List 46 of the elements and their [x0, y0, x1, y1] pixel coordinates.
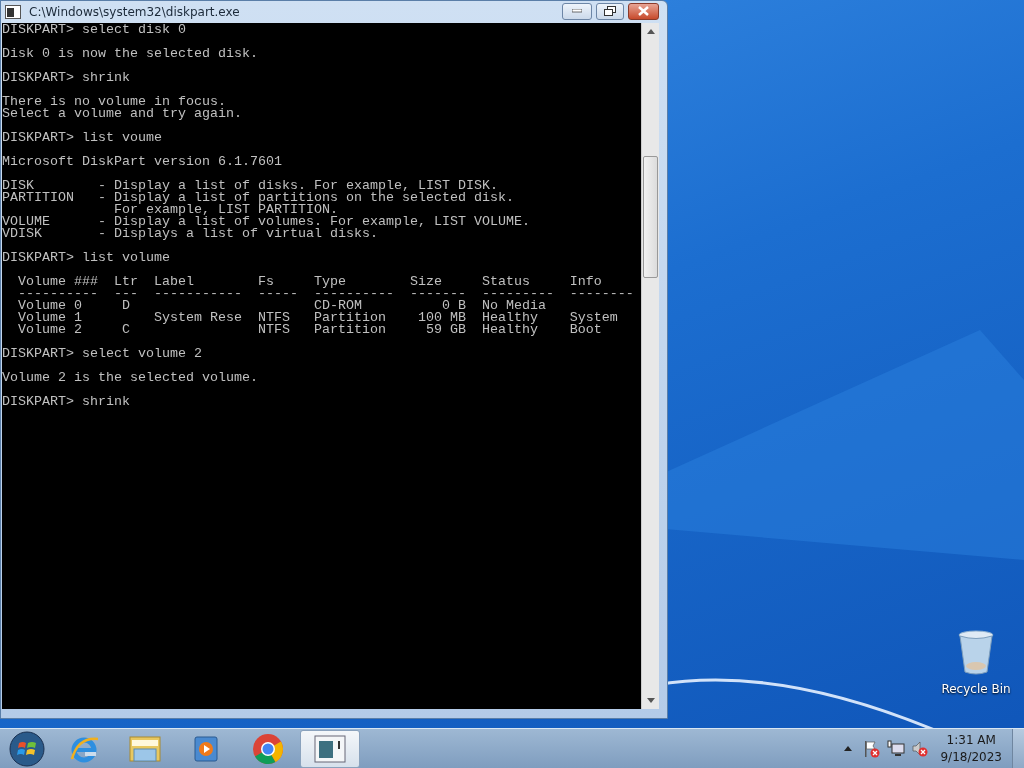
flag-error-icon[interactable] [863, 739, 882, 758]
clock-time[interactable]: 1:31 AM [940, 731, 1002, 749]
console-line: DISKPART> list voume [2, 132, 162, 144]
icon-label[interactable]: Recycle Bin [941, 680, 1011, 698]
console-icon [5, 5, 21, 19]
show-desktop-button[interactable] [1012, 728, 1024, 768]
maximize-button[interactable] [596, 2, 624, 20]
scroll-thumb[interactable] [643, 156, 658, 278]
media-player-icon [191, 733, 221, 764]
console-line: Volume 2 C NTFS Partition 59 GB Healthy Boot [17, 324, 602, 336]
console-line: Volume 0 D CD-ROM 0 B No Media [17, 300, 546, 312]
console-line: DISKPART> shrink [2, 396, 130, 408]
console-line: DISKPART> shrink [2, 72, 130, 84]
start-orb-icon [9, 730, 45, 767]
scroll-down-icon[interactable] [646, 698, 655, 703]
console-line: VDISK - Displays a list of virtual disks. [2, 228, 378, 240]
window-title: C:\Windows\system32\diskpart.exe [29, 4, 240, 21]
close-button[interactable] [628, 2, 659, 20]
speaker-muted-icon[interactable] [911, 739, 930, 758]
console-line: DISKPART> select volume 2 [2, 348, 202, 360]
console-line: Volume ### Ltr Label Fs Type Size Status Info [17, 276, 602, 288]
console-line: There is no volume in focus. [2, 96, 226, 108]
scroll-up-icon[interactable] [646, 29, 655, 34]
console-line: DISK - Display a list of disks. For example, LIST DISK. [2, 180, 498, 192]
console-line: Volume 2 is the selected volume. [2, 372, 258, 384]
console-line: PARTITION - Display a list of partitions on the selected disk. [2, 192, 514, 204]
scrollbar[interactable] [641, 23, 659, 709]
console-line: DISKPART> list volume [2, 252, 170, 264]
minimize-icon [572, 9, 582, 13]
chrome-icon [251, 731, 285, 766]
close-icon [638, 6, 649, 16]
console-line: Microsoft DiskPart version 6.1.7601 [2, 156, 282, 168]
console-line: Disk 0 is now the selected disk. [2, 48, 258, 60]
console-line: Volume 1 System Rese NTFS Partition 100 MB Healthy System [17, 312, 618, 324]
restore-icon [604, 6, 616, 16]
network-icon[interactable] [886, 739, 907, 758]
show-hidden-icons-icon[interactable] [844, 746, 853, 751]
console-window-icon [314, 734, 346, 763]
console-line: For example, LIST PARTITION. [112, 204, 338, 216]
console-line: DISKPART> select disk 0 [2, 24, 186, 36]
taskbar-button[interactable] [300, 729, 360, 768]
console-line: ---------- --- ----------- ----- ---------- ------- --------- -------- [17, 288, 634, 300]
console-line: Select a volume and try again. [2, 108, 242, 120]
clock-date[interactable]: 9/18/2023 [940, 748, 1002, 766]
recycle-bin-icon[interactable] [957, 630, 995, 676]
console-line: VOLUME - Display a list of volumes. For example, LIST VOLUME. [2, 216, 530, 228]
